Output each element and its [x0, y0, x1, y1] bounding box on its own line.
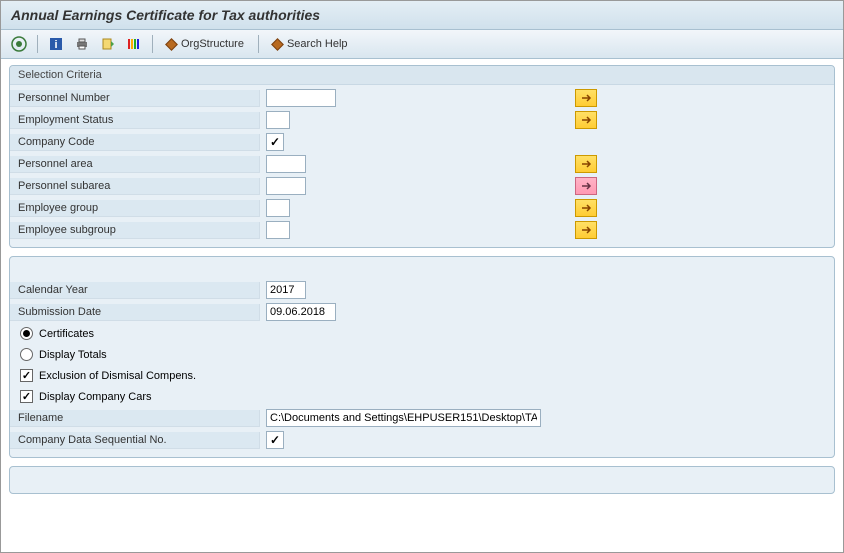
calendar-year-input[interactable] — [266, 281, 306, 299]
calendar-year-label: Calendar Year — [10, 282, 260, 299]
personnel-number-input[interactable] — [266, 89, 336, 107]
separator — [152, 35, 153, 53]
filename-input[interactable] — [266, 409, 541, 427]
employee-group-label: Employee group — [10, 200, 260, 217]
separator — [37, 35, 38, 53]
multiple-selection-active-button[interactable] — [575, 177, 597, 195]
org-structure-button[interactable]: OrgStructure — [161, 36, 250, 52]
selection-criteria-group: Selection Criteria Personnel Number Empl… — [9, 65, 835, 248]
separator — [258, 35, 259, 53]
display-totals-radio[interactable] — [20, 348, 33, 361]
exclusion-checkbox[interactable] — [20, 369, 33, 382]
multiple-selection-button[interactable] — [575, 199, 597, 217]
personnel-area-label: Personnel area — [10, 156, 260, 173]
personnel-number-label: Personnel Number — [10, 90, 260, 107]
display-cars-label: Display Company Cars — [39, 391, 151, 403]
search-help-button[interactable]: Search Help — [267, 36, 354, 52]
company-data-checkbox[interactable] — [266, 431, 284, 449]
employee-group-input[interactable] — [266, 199, 290, 217]
submission-date-input[interactable] — [266, 303, 336, 321]
svg-text:i: i — [54, 39, 57, 51]
options-group: Calendar Year Submission Date Certificat… — [9, 256, 835, 458]
certificates-label: Certificates — [39, 328, 94, 340]
personnel-subarea-input[interactable] — [266, 177, 306, 195]
employment-status-input[interactable] — [266, 111, 290, 129]
display-cars-checkbox[interactable] — [20, 390, 33, 403]
group-body: Personnel Number Employment Status Compa… — [10, 85, 834, 243]
multiple-selection-button[interactable] — [575, 111, 597, 129]
employee-subgroup-label: Employee subgroup — [10, 222, 260, 239]
rainbow-icon[interactable] — [124, 34, 144, 54]
personnel-area-input[interactable] — [266, 155, 306, 173]
personnel-subarea-label: Personnel subarea — [10, 178, 260, 195]
employment-status-label: Employment Status — [10, 112, 260, 129]
employee-subgroup-input[interactable] — [266, 221, 290, 239]
search-help-label: Search Help — [287, 38, 348, 50]
filename-label: Filename — [10, 410, 260, 427]
certificates-radio[interactable] — [20, 327, 33, 340]
diamond-icon — [165, 38, 178, 51]
diamond-icon — [271, 38, 284, 51]
submission-date-label: Submission Date — [10, 304, 260, 321]
print-icon[interactable] — [72, 34, 92, 54]
group-body: Calendar Year Submission Date Certificat… — [10, 277, 834, 453]
group-title: Selection Criteria — [10, 66, 834, 85]
multiple-selection-button[interactable] — [575, 89, 597, 107]
toolbar: i OrgStructure Search Help — [1, 30, 843, 59]
company-data-label: Company Data Sequential No. — [10, 432, 260, 449]
exclusion-label: Exclusion of Dismisal Compens. — [39, 370, 196, 382]
multiple-selection-button[interactable] — [575, 221, 597, 239]
info-icon[interactable]: i — [46, 34, 66, 54]
execute-icon[interactable] — [9, 34, 29, 54]
content-area: Selection Criteria Personnel Number Empl… — [1, 59, 843, 500]
multiple-selection-button[interactable] — [575, 155, 597, 173]
display-totals-label: Display Totals — [39, 349, 107, 361]
page-title: Annual Earnings Certificate for Tax auth… — [1, 1, 843, 30]
org-structure-label: OrgStructure — [181, 38, 244, 50]
company-code-label: Company Code — [10, 134, 260, 151]
variant-icon[interactable] — [98, 34, 118, 54]
company-code-checkbox[interactable] — [266, 133, 284, 151]
bottom-panel — [9, 466, 835, 494]
